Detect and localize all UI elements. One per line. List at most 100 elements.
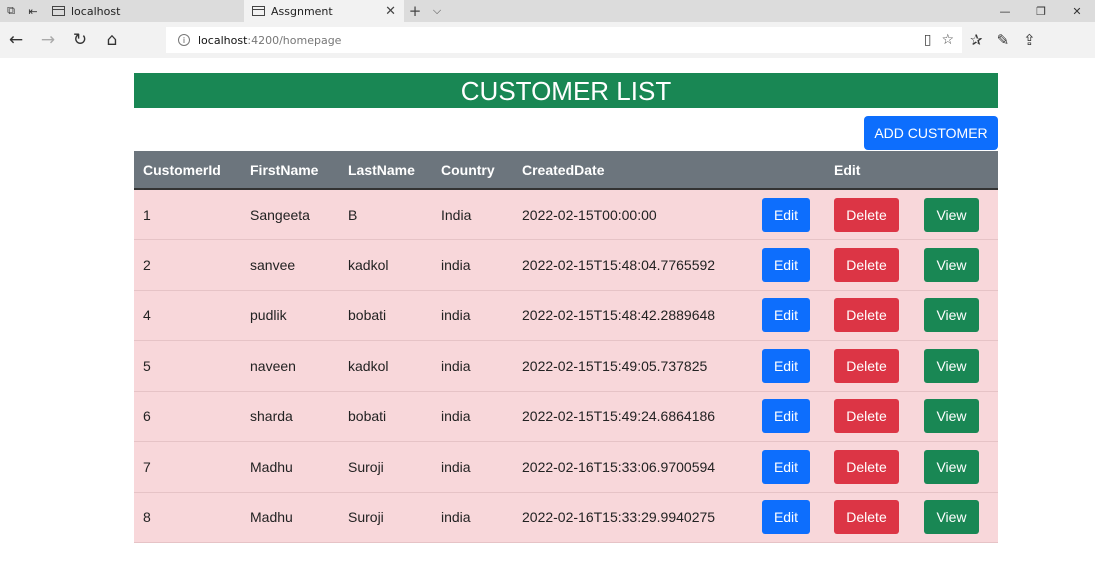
created-date-cell: 2022-02-15T15:48:04.7765592 — [522, 256, 716, 273]
add-customer-button[interactable]: ADD CUSTOMER — [864, 116, 998, 150]
edit-button[interactable]: Edit — [762, 348, 810, 383]
country-cell: india — [441, 357, 471, 374]
action-cell: Delete — [825, 189, 915, 240]
col-header: Country — [432, 151, 513, 190]
delete-button[interactable]: Delete — [834, 399, 899, 434]
edit-button[interactable]: Edit — [762, 247, 810, 282]
edit-button[interactable]: Edit — [762, 197, 810, 232]
view-button[interactable]: View — [924, 449, 979, 484]
page-icon — [52, 6, 65, 16]
view-button[interactable]: View — [924, 500, 979, 535]
close-window-icon[interactable]: ✕ — [1059, 0, 1095, 22]
view-button[interactable]: View — [924, 247, 979, 282]
delete-button[interactable]: Delete — [834, 348, 899, 383]
col-header — [753, 151, 825, 190]
customer-id-cell: 4 — [143, 307, 151, 324]
customer-id-cell: 6 — [143, 408, 151, 425]
last-name-cell: Suroji — [348, 458, 384, 475]
last-name-cell: kadkol — [348, 256, 389, 273]
country-cell: india — [441, 307, 471, 324]
tab-localhost[interactable]: localhost — [44, 0, 180, 22]
first-name-cell: Madhu — [250, 458, 293, 475]
forward-icon[interactable]: → — [32, 22, 64, 58]
action-cell: View — [915, 391, 998, 442]
view-button[interactable]: View — [924, 197, 979, 232]
edit-button[interactable]: Edit — [762, 449, 810, 484]
tab-assgnment[interactable]: Assgnment ✕ — [244, 0, 404, 22]
col-header: LastName — [339, 151, 432, 190]
edit-button[interactable]: Edit — [762, 399, 810, 434]
refresh-icon[interactable]: ↻ — [64, 22, 96, 58]
action-cell: View — [915, 492, 998, 543]
favorite-star-icon[interactable]: ☆ — [941, 32, 954, 48]
edit-button[interactable]: Edit — [762, 500, 810, 535]
favorites-hub-icon[interactable]: ✰ — [970, 31, 983, 49]
delete-button[interactable]: Delete — [834, 247, 899, 282]
table-header-row: CustomerId FirstName LastName Country Cr… — [134, 151, 998, 190]
restore-icon[interactable]: ❐ — [1023, 0, 1059, 22]
first-name-cell: Sangeeta — [250, 206, 310, 223]
col-header: Edit — [825, 151, 915, 190]
action-cell: Delete — [825, 341, 915, 392]
reading-view-icon[interactable]: ▯ — [924, 32, 932, 48]
delete-button[interactable]: Delete — [834, 500, 899, 535]
url-host: localhost — [198, 33, 248, 47]
view-button[interactable]: View — [924, 399, 979, 434]
back-icon[interactable]: ← — [0, 22, 32, 58]
first-name-cell: pudlik — [250, 307, 287, 324]
created-date-cell: 2022-02-15T00:00:00 — [522, 206, 657, 223]
action-cell: View — [915, 189, 998, 240]
customer-id-cell: 5 — [143, 357, 151, 374]
home-icon[interactable]: ⌂ — [96, 22, 128, 58]
page-title: CUSTOMER LIST — [134, 73, 998, 108]
edit-button[interactable]: Edit — [762, 298, 810, 333]
customer-id-cell: 7 — [143, 458, 151, 475]
minimize-icon[interactable]: — — [987, 0, 1023, 22]
action-cell: View — [915, 290, 998, 341]
pen-icon[interactable]: ✎ — [997, 31, 1010, 49]
last-name-cell: B — [348, 206, 358, 223]
customer-id-cell: 8 — [143, 509, 151, 526]
browser-tab-bar: ⧉ ⇤ localhost Assgnment ✕ + ⌵ — ❐ ✕ — [0, 0, 1095, 22]
first-name-cell: sanvee — [250, 256, 296, 273]
table-row: 6 sharda bobati india 2022-02-15T15:49:24.68… — [134, 391, 998, 442]
tab-label: localhost — [71, 4, 121, 18]
window-controls: — ❐ ✕ — [987, 0, 1095, 22]
table-row: 1 Sangeeta B India 2022-02-15T00:00:00 Edit De… — [134, 189, 998, 240]
table-body: 1 Sangeeta B India 2022-02-15T00:00:00 Edit De… — [134, 189, 998, 543]
tab-label: Assgnment — [271, 4, 333, 18]
view-button[interactable]: View — [924, 348, 979, 383]
first-name-cell: sharda — [250, 408, 293, 425]
share-icon[interactable]: ⇪ — [1023, 31, 1036, 49]
new-tab-icon[interactable]: + — [404, 0, 426, 22]
created-date-cell: 2022-02-15T15:49:24.6864186 — [522, 408, 716, 425]
customer-table: CustomerId FirstName LastName Country Cr… — [134, 151, 998, 543]
url-field[interactable]: i localhost :4200/homepage ▯ ☆ — [166, 27, 962, 53]
action-cell: View — [915, 442, 998, 493]
chevron-down-icon[interactable]: ⌵ — [426, 0, 448, 22]
table-row: 4 pudlik bobati india 2022-02-15T15:48:42.28… — [134, 290, 998, 341]
view-button[interactable]: View — [924, 298, 979, 333]
delete-button[interactable]: Delete — [834, 197, 899, 232]
address-bar-row: ← → ↻ ⌂ i localhost :4200/homepage ▯ ☆ ✰… — [0, 22, 1095, 58]
action-cell: Edit — [753, 442, 825, 493]
delete-button[interactable]: Delete — [834, 298, 899, 333]
set-tabs-aside-icon[interactable]: ⇤ — [22, 0, 44, 22]
close-tab-icon[interactable]: ✕ — [385, 4, 396, 19]
delete-button[interactable]: Delete — [834, 449, 899, 484]
country-cell: india — [441, 256, 471, 273]
table-row: 8 Madhu Suroji india 2022-02-16T15:33:29.994… — [134, 492, 998, 543]
action-cell: View — [915, 240, 998, 291]
tab-actions-icon[interactable]: ⧉ — [0, 0, 22, 22]
country-cell: india — [441, 509, 471, 526]
action-cell: Edit — [753, 240, 825, 291]
action-cell: View — [915, 341, 998, 392]
first-name-cell: naveen — [250, 357, 296, 374]
action-cell: Edit — [753, 391, 825, 442]
action-cell: Delete — [825, 290, 915, 341]
action-cell: Edit — [753, 290, 825, 341]
action-cell: Edit — [753, 189, 825, 240]
created-date-cell: 2022-02-15T15:48:42.2889648 — [522, 307, 716, 324]
info-icon[interactable]: i — [178, 34, 190, 46]
action-cell: Delete — [825, 391, 915, 442]
